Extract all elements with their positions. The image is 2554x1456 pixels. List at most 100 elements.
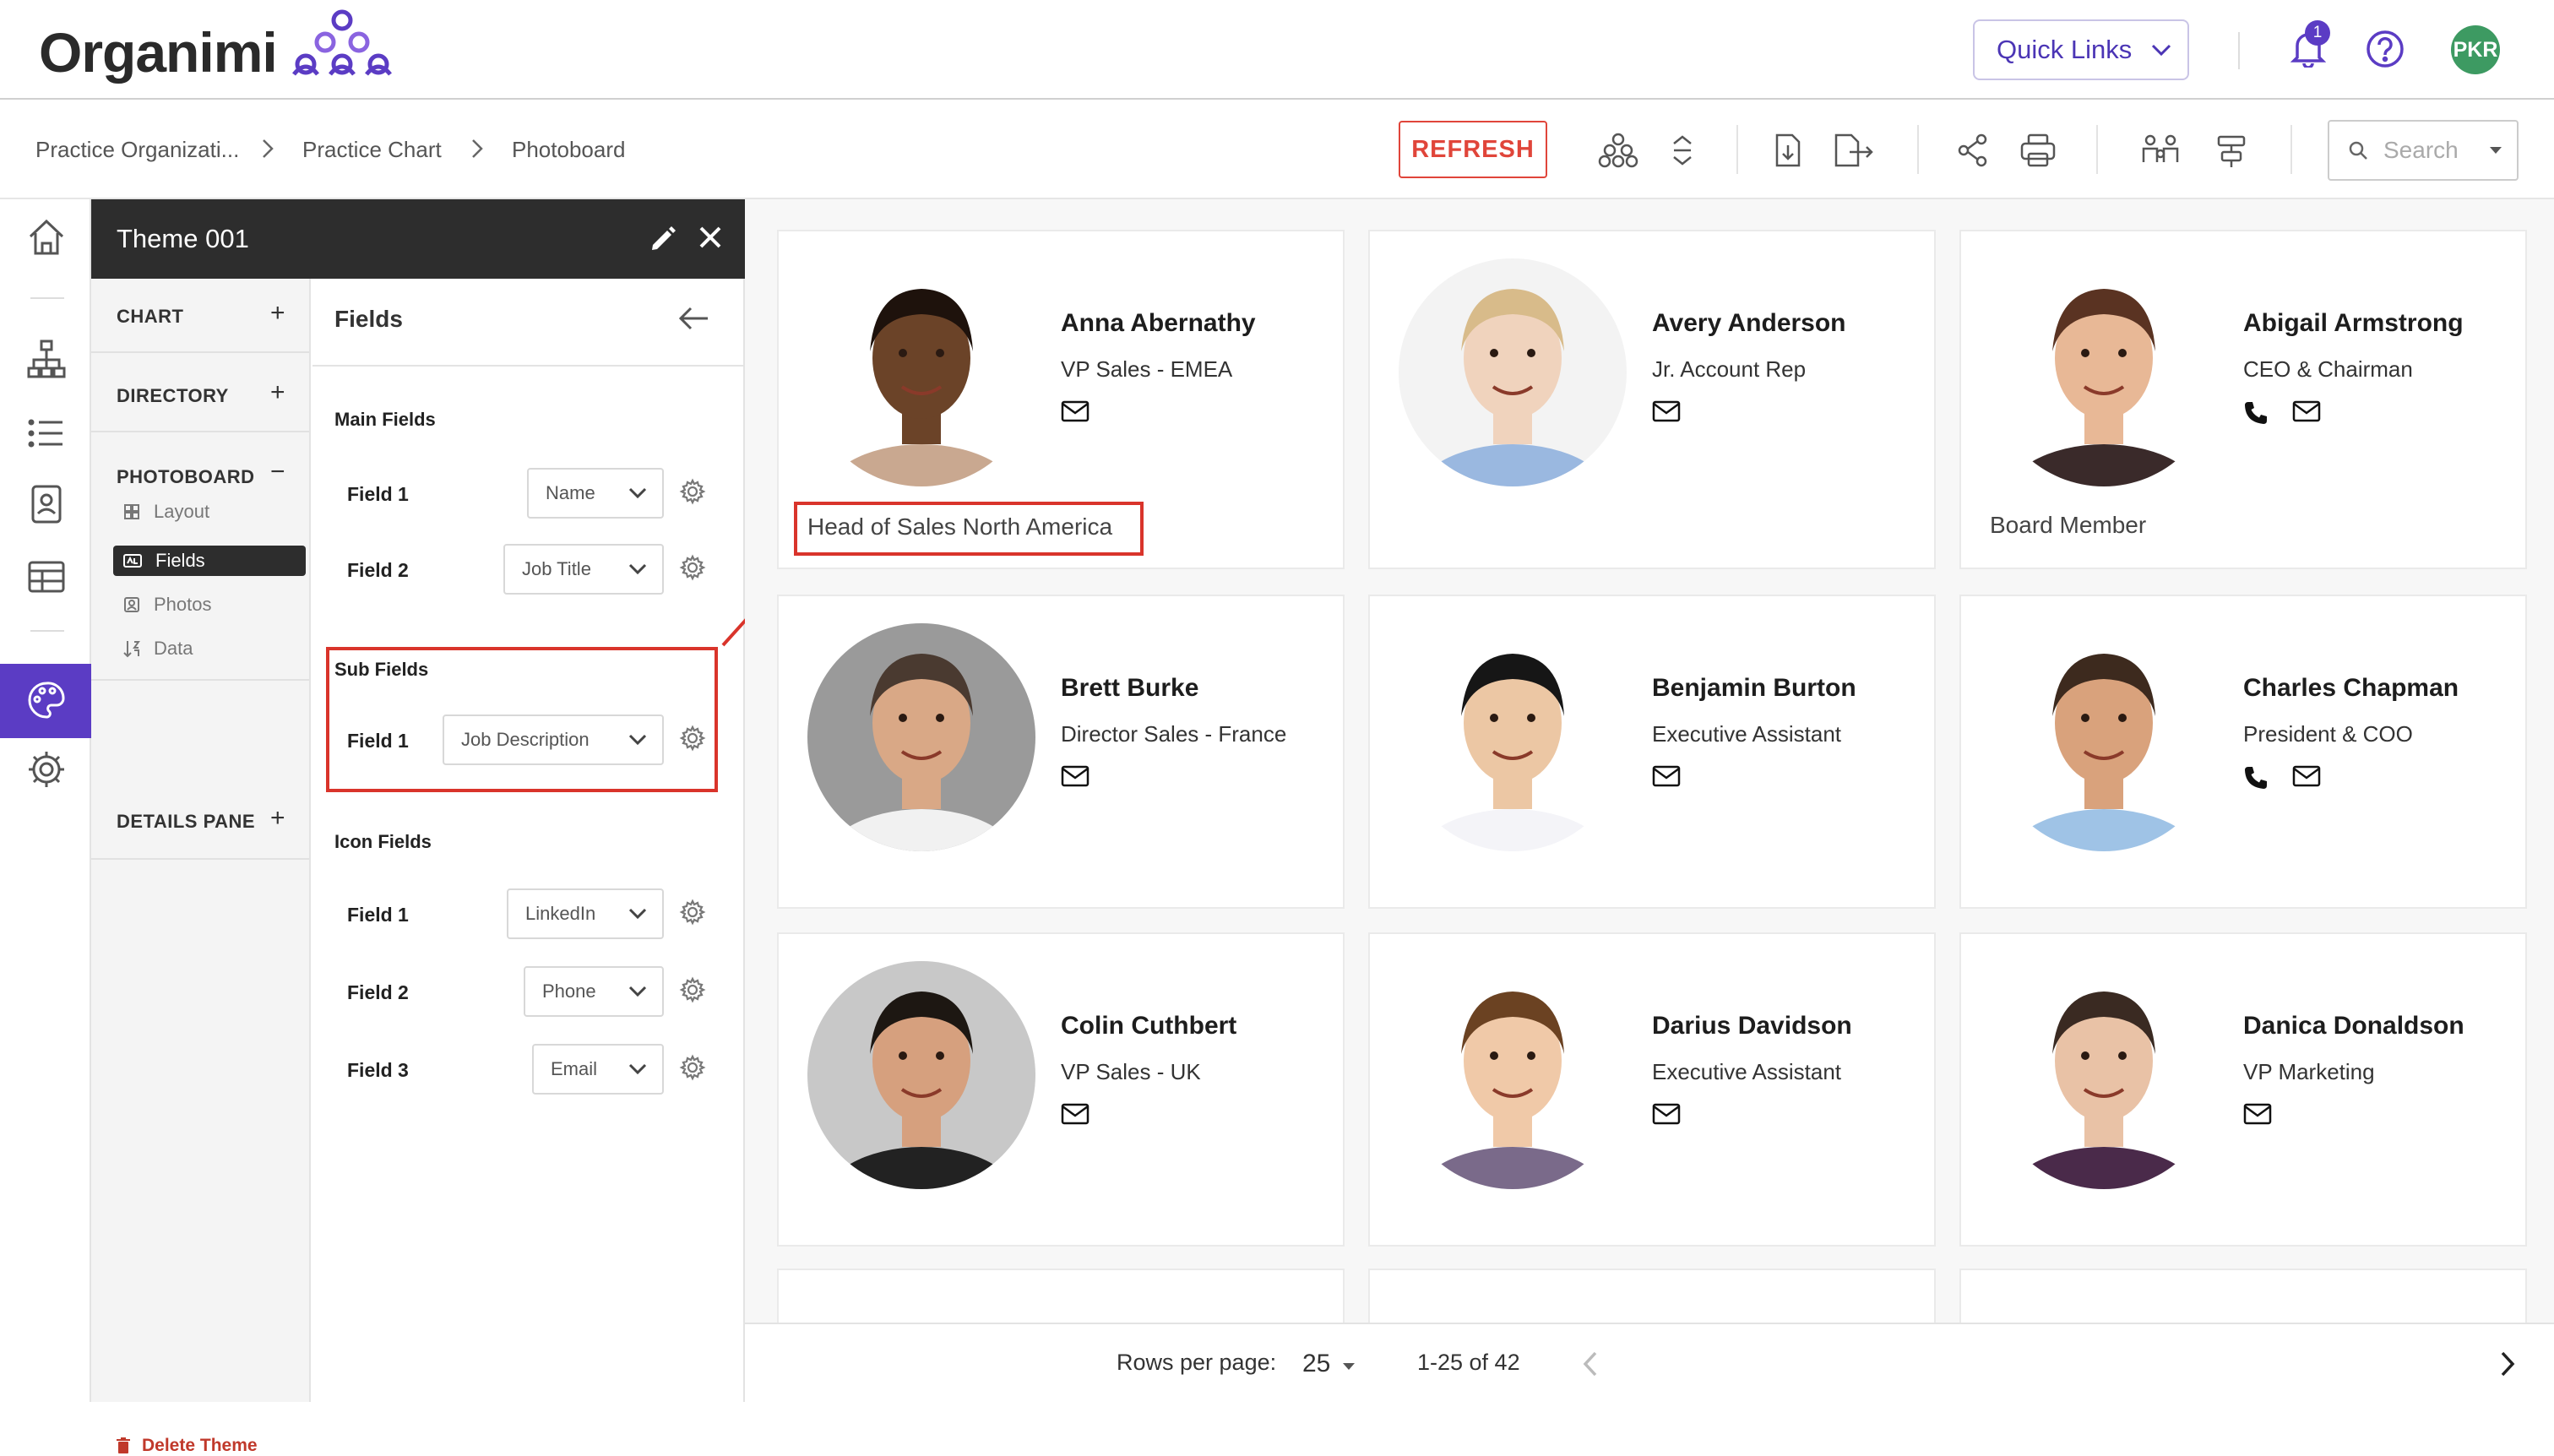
- gear-icon[interactable]: [679, 899, 706, 926]
- section-directory[interactable]: DIRECTORY: [117, 385, 229, 407]
- email-icon[interactable]: [1061, 1103, 1090, 1125]
- main-field-1-select[interactable]: Name: [527, 468, 664, 519]
- expand-plus-icon[interactable]: +: [270, 378, 285, 407]
- person-photo[interactable]: [1990, 961, 2218, 1189]
- refresh-button[interactable]: REFRESH: [1399, 121, 1547, 178]
- quick-links-button[interactable]: Quick Links: [1973, 19, 2189, 80]
- delete-theme-button[interactable]: Delete Theme: [117, 1436, 258, 1456]
- contact-card-icon[interactable]: [25, 483, 68, 525]
- person-photo[interactable]: [807, 623, 1035, 851]
- person-card[interactable]: Danica Donaldson VP Marketing: [1959, 932, 2527, 1247]
- org-chart-icon[interactable]: [1598, 132, 1638, 169]
- home-icon[interactable]: [25, 216, 68, 258]
- gear-icon[interactable]: [679, 725, 706, 752]
- person-card[interactable]: Brett Burke Director Sales - France: [777, 595, 1345, 909]
- section-photoboard[interactable]: PHOTOBOARD: [117, 466, 255, 488]
- email-icon[interactable]: [1652, 765, 1681, 787]
- person-name[interactable]: Brett Burke: [1061, 674, 1198, 703]
- gear-icon[interactable]: [679, 976, 706, 1003]
- phone-icon[interactable]: [2243, 400, 2269, 426]
- person-card[interactable]: Abigail Armstrong CEO & Chairman Board Mem…: [1959, 230, 2527, 569]
- person-card[interactable]: [777, 1269, 1345, 1323]
- list-icon[interactable]: [25, 412, 68, 454]
- person-photo[interactable]: [807, 961, 1035, 1189]
- breadcrumb-organization[interactable]: Practice Organizati...: [35, 137, 239, 163]
- person-card[interactable]: Charles Chapman President & COO: [1959, 595, 2527, 909]
- gear-icon[interactable]: [679, 478, 706, 505]
- print-icon[interactable]: [2019, 132, 2057, 169]
- person-card[interactable]: Anna Abernathy VP Sales - EMEA Head of Sal…: [777, 230, 1345, 569]
- email-icon[interactable]: [1061, 765, 1090, 787]
- email-icon[interactable]: [2292, 400, 2321, 426]
- person-card[interactable]: Benjamin Burton Executive Assistant: [1368, 595, 1936, 909]
- main-field-2-select[interactable]: Job Title: [503, 544, 664, 595]
- share-icon[interactable]: [1956, 132, 1990, 169]
- close-icon[interactable]: [698, 225, 723, 250]
- user-avatar[interactable]: PKR: [2451, 25, 2500, 74]
- help-icon[interactable]: [2365, 29, 2405, 69]
- person-name[interactable]: Anna Abernathy: [1061, 309, 1256, 338]
- caret-down-icon[interactable]: [2488, 145, 2503, 155]
- person-card[interactable]: Colin Cuthbert VP Sales - UK: [777, 932, 1345, 1247]
- palette-icon[interactable]: [25, 679, 68, 721]
- expand-collapse-icon[interactable]: [1669, 132, 1696, 169]
- person-name[interactable]: Danica Donaldson: [2243, 1012, 2464, 1040]
- person-name[interactable]: Charles Chapman: [2243, 674, 2459, 703]
- email-icon[interactable]: [1652, 400, 1681, 422]
- sub-field-1-select[interactable]: Job Description: [443, 714, 664, 765]
- person-photo[interactable]: [1399, 961, 1627, 1189]
- people-icon[interactable]: [2140, 132, 2181, 169]
- email-icon[interactable]: [2243, 1103, 2272, 1125]
- search-input[interactable]: Search: [2328, 120, 2519, 181]
- icon-field-3-select[interactable]: Email: [532, 1044, 664, 1095]
- section-chart[interactable]: CHART: [117, 306, 184, 328]
- collapse-minus-icon[interactable]: −: [270, 458, 285, 486]
- person-name[interactable]: Abigail Armstrong: [2243, 309, 2464, 338]
- section-details-pane[interactable]: DETAILS PANE: [117, 811, 255, 833]
- org-chart-nav-icon[interactable]: [25, 338, 68, 380]
- divider: [1917, 125, 1919, 174]
- download-icon[interactable]: [1774, 132, 1802, 169]
- phone-icon[interactable]: [2243, 765, 2269, 790]
- prev-page-icon[interactable]: [1581, 1350, 1600, 1378]
- back-arrow-icon[interactable]: [677, 306, 709, 331]
- caret-down-icon[interactable]: [1341, 1361, 1356, 1372]
- expand-plus-icon[interactable]: +: [270, 299, 285, 328]
- person-name[interactable]: Benjamin Burton: [1652, 674, 1856, 703]
- edit-pencil-icon[interactable]: [649, 225, 677, 253]
- align-icon[interactable]: [2214, 132, 2248, 169]
- icon-field-1-select[interactable]: LinkedIn: [507, 888, 664, 939]
- person-photo[interactable]: [1990, 258, 2218, 486]
- gear-icon[interactable]: [679, 554, 706, 581]
- person-photo[interactable]: [1399, 623, 1627, 851]
- person-card[interactable]: Darius Davidson Executive Assistant: [1368, 932, 1936, 1247]
- person-contact-icons: [2243, 765, 2321, 790]
- gear-icon[interactable]: [679, 1054, 706, 1081]
- next-page-icon[interactable]: [2498, 1350, 2517, 1378]
- settings-gear-icon[interactable]: [25, 748, 68, 790]
- breadcrumb-chart[interactable]: Practice Chart: [302, 137, 442, 163]
- table-icon[interactable]: [25, 556, 68, 598]
- photoboard-item-layout[interactable]: Layout: [113, 497, 306, 527]
- person-card[interactable]: Avery Anderson Jr. Account Rep: [1368, 230, 1936, 569]
- export-icon[interactable]: [1833, 132, 1875, 169]
- breadcrumb-photoboard[interactable]: Photoboard: [512, 137, 625, 163]
- person-photo[interactable]: [807, 258, 1035, 486]
- icon-field-2-select[interactable]: Phone: [524, 966, 664, 1017]
- email-icon[interactable]: [1652, 1103, 1681, 1125]
- expand-plus-icon[interactable]: +: [270, 804, 285, 833]
- photoboard-item-photos[interactable]: Photos: [113, 589, 306, 620]
- photoboard-item-fields[interactable]: Fields: [113, 546, 306, 576]
- person-name[interactable]: Avery Anderson: [1652, 309, 1846, 338]
- rows-per-page-select[interactable]: 25: [1302, 1350, 1330, 1378]
- photoboard-item-data[interactable]: Data: [113, 633, 306, 664]
- person-name[interactable]: Colin Cuthbert: [1061, 1012, 1236, 1040]
- person-name[interactable]: Darius Davidson: [1652, 1012, 1852, 1040]
- email-icon[interactable]: [2292, 765, 2321, 790]
- email-icon[interactable]: [1061, 400, 1090, 422]
- person-card[interactable]: [1959, 1269, 2527, 1323]
- person-photo[interactable]: [1990, 623, 2218, 851]
- app-logo[interactable]: Organimi: [39, 20, 278, 84]
- person-photo[interactable]: [1399, 258, 1627, 486]
- person-card[interactable]: [1368, 1269, 1936, 1323]
